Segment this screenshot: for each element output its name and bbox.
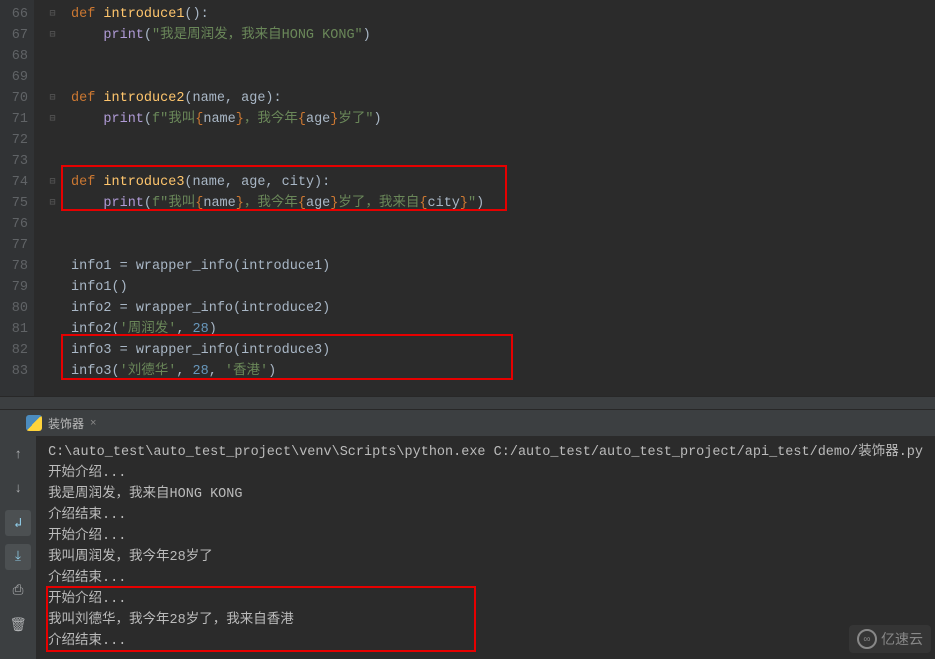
line-number: 78	[0, 256, 28, 277]
fold-column: ⊟ ⊟ ⊟ ⊟ ⊟ ⊟	[34, 0, 71, 396]
fold-icon[interactable]: ⊟	[34, 172, 71, 193]
panel-divider[interactable]	[0, 396, 935, 410]
line-gutter: 66 67 68 69 70 71 72 73 74 75 76 77 78 7…	[0, 0, 34, 396]
run-tab-label: 装饰器	[48, 415, 84, 432]
python-icon	[26, 415, 42, 431]
line-number: 69	[0, 67, 28, 88]
line-number: 75	[0, 193, 28, 214]
line-number: 74	[0, 172, 28, 193]
console-output[interactable]: C:\auto_test\auto_test_project\venv\Scri…	[36, 436, 935, 659]
code-column[interactable]: def introduce1(): print("我是周润发，我来自HONG K…	[71, 0, 935, 396]
console-line: 开始介绍...	[48, 463, 923, 484]
line-number: 81	[0, 319, 28, 340]
console-line: 开始介绍...	[48, 526, 923, 547]
watermark-label: 亿速云	[881, 629, 923, 649]
line-number: 76	[0, 214, 28, 235]
editor-area: 66 67 68 69 70 71 72 73 74 75 76 77 78 7…	[0, 0, 935, 396]
close-icon[interactable]: ×	[90, 417, 96, 429]
console-line: 我是周润发，我来自HONG KONG	[48, 484, 923, 505]
fold-end-icon[interactable]: ⊟	[34, 109, 71, 130]
fold-icon[interactable]: ⊟	[34, 4, 71, 25]
console-line: 我叫周润发，我今年28岁了	[48, 547, 923, 568]
console-line: 介绍结束...	[48, 505, 923, 526]
down-arrow-icon[interactable]: ↓	[5, 476, 31, 502]
line-number: 66	[0, 4, 28, 25]
console-line: C:\auto_test\auto_test_project\venv\Scri…	[48, 442, 923, 463]
up-arrow-icon[interactable]: ↑	[5, 442, 31, 468]
line-number: 72	[0, 130, 28, 151]
line-number: 71	[0, 109, 28, 130]
scroll-to-end-icon[interactable]: ⤓	[5, 544, 31, 570]
watermark-icon: ∞	[857, 629, 877, 649]
wrap-icon[interactable]: ↲	[5, 510, 31, 536]
watermark: ∞ 亿速云	[849, 625, 931, 653]
line-number: 80	[0, 298, 28, 319]
run-tab-bar: 装饰器 ×	[0, 410, 935, 436]
line-number: 82	[0, 340, 28, 361]
console-toolbar: ↑ ↓ ↲ ⤓ ⎙ 🗑	[0, 436, 36, 659]
line-number: 79	[0, 277, 28, 298]
line-number: 73	[0, 151, 28, 172]
line-number: 70	[0, 88, 28, 109]
console-area: ↑ ↓ ↲ ⤓ ⎙ 🗑 C:\auto_test\auto_test_proje…	[0, 436, 935, 659]
console-line: 介绍结束...	[48, 631, 923, 652]
run-tab[interactable]: 装饰器 ×	[18, 413, 104, 434]
fold-icon[interactable]: ⊟	[34, 88, 71, 109]
console-line: 介绍结束...	[48, 568, 923, 589]
print-icon[interactable]: ⎙	[5, 578, 31, 604]
line-number: 83	[0, 361, 28, 382]
line-number: 68	[0, 46, 28, 67]
fold-end-icon[interactable]: ⊟	[34, 193, 71, 214]
fold-end-icon[interactable]: ⊟	[34, 25, 71, 46]
console-line: 开始介绍...	[48, 589, 923, 610]
console-line: 我叫刘德华，我今年28岁了，我来自香港	[48, 610, 923, 631]
trash-icon[interactable]: 🗑	[5, 612, 31, 638]
line-number: 67	[0, 25, 28, 46]
line-number: 77	[0, 235, 28, 256]
